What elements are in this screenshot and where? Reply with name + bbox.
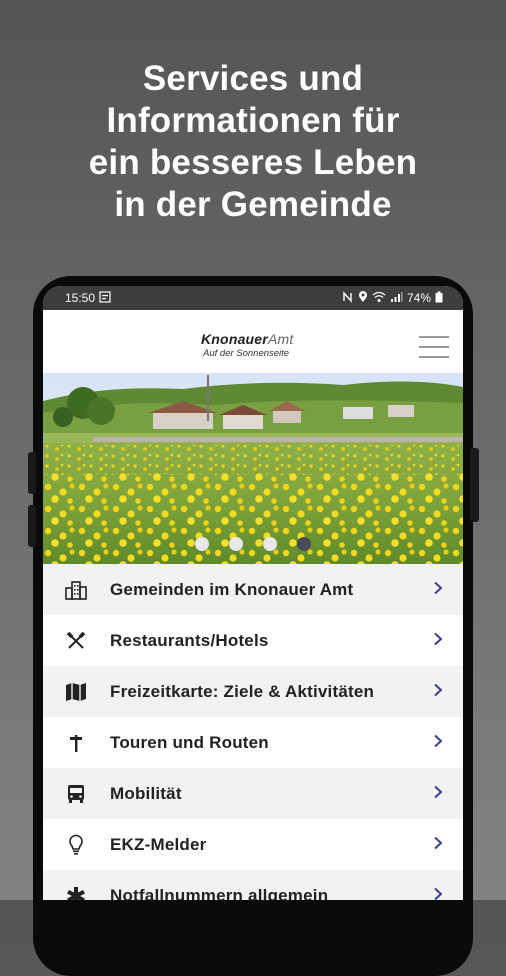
logo[interactable]: KnonauerAmt Auf der Sonnenseite: [201, 331, 321, 359]
chevron-right-icon: [434, 836, 443, 850]
chevron-right-icon: [434, 887, 443, 900]
chevron-right-icon: [434, 683, 443, 697]
status-time: 15:50: [65, 291, 96, 305]
menu-item-label: Touren und Routen: [110, 732, 269, 752]
headline-line-4: in der Gemeinde: [114, 185, 392, 224]
headline: Services und Informationen für ein besse…: [0, 58, 506, 226]
signal-icon: [390, 291, 403, 306]
logo-tagline: Auf der Sonnenseite: [203, 348, 290, 359]
menu-item-mobilitaet[interactable]: Mobilität: [43, 768, 463, 819]
signpost-icon: [65, 732, 87, 754]
headline-line-2: Informationen für: [106, 101, 400, 140]
menu-item-gemeinden[interactable]: Gemeinden im Knonauer Amt: [43, 564, 463, 615]
map-icon: [65, 681, 87, 703]
chevron-right-icon: [434, 581, 443, 595]
menu-icon[interactable]: [419, 336, 449, 358]
power-button: [470, 448, 479, 522]
menu-item-label: Freizeitkarte: Ziele & Aktivitäten: [110, 681, 375, 701]
logo-main-text: Knonauer: [201, 331, 268, 347]
logo-amt-text: Amt: [267, 331, 294, 347]
carousel-dot[interactable]: [263, 537, 277, 551]
menu-item-label: Restaurants/Hotels: [110, 630, 269, 650]
carousel-dot[interactable]: [195, 537, 209, 551]
bus-icon: [65, 783, 87, 805]
menu-item-label: EKZ-Melder: [110, 834, 207, 854]
menu-item-ekz-melder[interactable]: EKZ-Melder: [43, 819, 463, 870]
status-bar: 15:50 74%: [43, 286, 463, 310]
headline-line-3: ein besseres Leben: [88, 143, 418, 182]
menu-item-notfallnummern[interactable]: Notfallnummern allgemein: [43, 870, 463, 900]
cutlery-icon: [65, 630, 87, 652]
nfc-icon: [342, 290, 354, 306]
lightbulb-icon: [65, 834, 87, 856]
wifi-icon: [372, 291, 386, 306]
carousel-dot[interactable]: [229, 537, 243, 551]
volume-up-button: [28, 452, 36, 494]
notification-icon: [99, 290, 112, 306]
headline-line-1: Services und: [142, 59, 364, 98]
meadow-image: [43, 373, 463, 564]
menu-item-touren[interactable]: Touren und Routen: [43, 717, 463, 768]
menu-item-label: Mobilität: [110, 783, 182, 803]
menu-item-label: Notfallnummern allgemein: [110, 885, 329, 901]
volume-down-button: [28, 505, 36, 547]
menu-item-freizeitkarte[interactable]: Freizeitkarte: Ziele & Aktivitäten: [43, 666, 463, 717]
battery-percent: 74%: [406, 291, 431, 305]
carousel-indicator: [43, 537, 463, 551]
hero-carousel[interactable]: [43, 373, 463, 564]
medical-icon: [65, 885, 87, 900]
chevron-right-icon: [434, 632, 443, 646]
chevron-right-icon: [434, 785, 443, 799]
menu-item-restaurants[interactable]: Restaurants/Hotels: [43, 615, 463, 666]
menu-item-label: Gemeinden im Knonauer Amt: [110, 579, 354, 599]
battery-icon: [435, 291, 443, 306]
app-header: KnonauerAmt Auf der Sonnenseite: [43, 310, 463, 373]
carousel-dot-active[interactable]: [297, 537, 311, 551]
buildings-icon: [65, 579, 87, 601]
chevron-right-icon: [434, 734, 443, 748]
location-icon: [358, 290, 368, 306]
main-menu: Gemeinden im Knonauer Amt Restaurants/Ho…: [43, 564, 463, 900]
phone-screen: 15:50 74% KnonauerAmt Auf der Sonnenseit…: [43, 286, 463, 900]
